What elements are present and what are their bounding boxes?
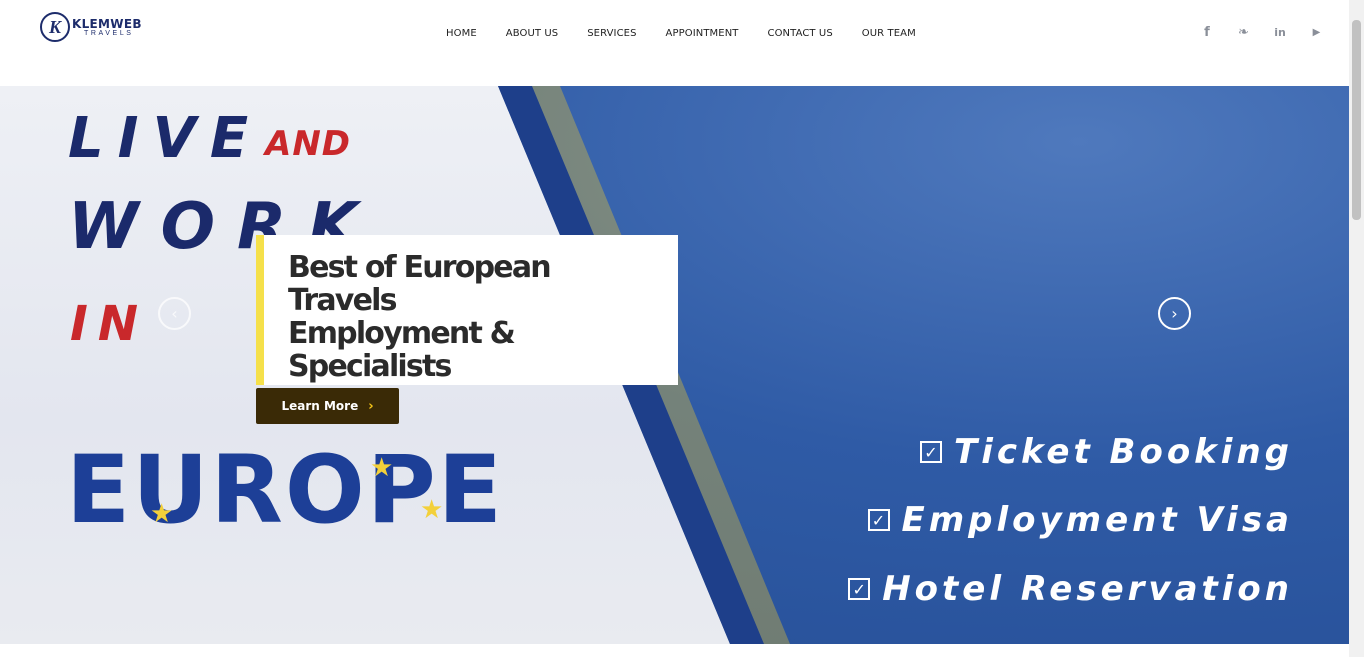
chevron-right-icon: › [1171, 304, 1178, 323]
hero-word-and: AND [265, 124, 351, 164]
below-hero-strip [0, 644, 1349, 657]
service-item-hotel-reservation: ✓ Hotel Reservation [848, 569, 1293, 609]
twitter-icon[interactable]: ❧ [1235, 24, 1253, 40]
scrollbar-thumb[interactable] [1352, 20, 1361, 220]
logo-text: KLEMWEB TRAVELS [72, 18, 142, 37]
checkbox-icon: ✓ [848, 578, 871, 600]
site-header: K KLEMWEB TRAVELS HOME ABOUT US SERVICES… [0, 0, 1349, 86]
slide-title-line: Travels [288, 283, 397, 318]
nav-our-team[interactable]: OUR TEAM [862, 28, 916, 39]
brand-logo[interactable]: K KLEMWEB TRAVELS [40, 12, 142, 42]
learn-more-label: Learn More [281, 399, 359, 413]
brand-name: KLEMWEB [72, 16, 142, 31]
checkbox-icon: ✓ [867, 509, 890, 531]
slider-next-button[interactable]: › [1158, 297, 1191, 330]
service-label: Hotel Reservation [882, 569, 1293, 609]
linkedin-icon[interactable]: in [1271, 24, 1289, 40]
learn-more-button[interactable]: Learn More › [256, 388, 399, 424]
eu-star-icon: ★ [420, 494, 444, 524]
nav-appointment[interactable]: APPOINTMENT [666, 28, 739, 39]
social-links: f ❧ in ▶ [1198, 24, 1344, 40]
slide-title-line: Employment & [288, 316, 516, 351]
checkbox-icon: ✓ [920, 441, 942, 463]
hero-word-europe: EUROPE [66, 436, 504, 545]
main-nav: HOME ABOUT US SERVICES APPOINTMENT CONTA… [446, 28, 945, 39]
nav-about-us[interactable]: ABOUT US [506, 28, 558, 39]
hero-word-in: IN [70, 296, 149, 352]
eu-star-icon: ★ [150, 498, 174, 528]
brand-subtitle: TRAVELS [84, 29, 134, 37]
service-label: Employment Visa [901, 500, 1293, 540]
page-scrollbar[interactable] [1349, 0, 1364, 657]
service-label: Ticket Booking [954, 432, 1293, 472]
chevron-right-icon: › [368, 398, 374, 414]
slide-caption: Best of European Travels Employment & Sp… [256, 235, 678, 385]
slide-title-line: Specialists [288, 349, 452, 384]
service-item-ticket-booking: ✓ Ticket Booking [920, 432, 1293, 472]
nav-contact-us[interactable]: CONTACT US [768, 28, 833, 39]
youtube-icon[interactable]: ▶ [1308, 24, 1326, 40]
slider-prev-button[interactable]: ‹ [158, 297, 191, 330]
hero-word-live: LIVE [68, 106, 263, 171]
logo-mark-icon: K [40, 12, 70, 42]
slide-title-line: Best of European [288, 250, 552, 285]
nav-services[interactable]: SERVICES [587, 28, 636, 39]
service-item-employment-visa: ✓ Employment Visa [867, 500, 1294, 540]
eu-star-icon: ★ [370, 452, 394, 482]
facebook-icon[interactable]: f [1198, 24, 1216, 40]
hero-slider: LIVE AND WORK IN EUROPE ★ ★ ★ Best of Eu… [0, 86, 1349, 644]
nav-home[interactable]: HOME [446, 28, 477, 39]
page: K KLEMWEB TRAVELS HOME ABOUT US SERVICES… [0, 0, 1364, 657]
chevron-left-icon: ‹ [171, 304, 178, 323]
